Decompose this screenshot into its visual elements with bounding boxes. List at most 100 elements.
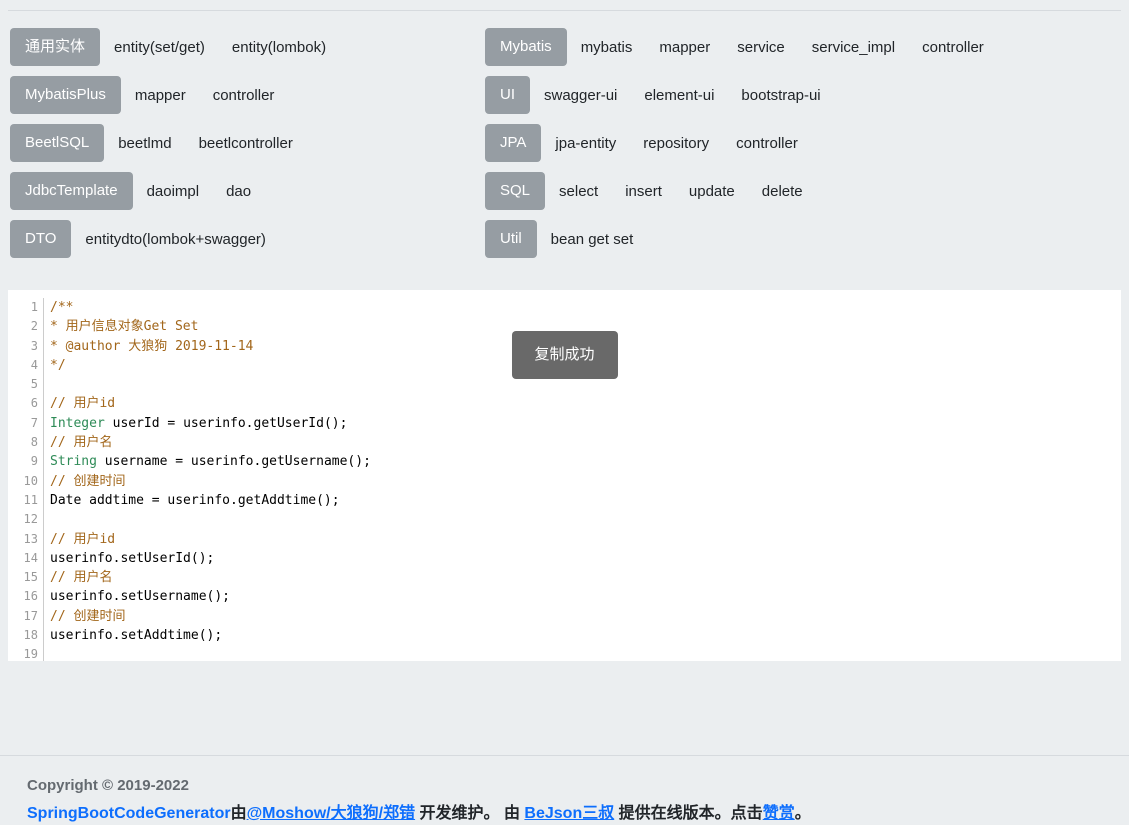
generator-row: 通用实体 entity(set/get) entity(lombok) <box>10 28 485 66</box>
line-number: 11 <box>8 491 44 510</box>
generate-link[interactable]: mapper <box>135 87 186 104</box>
generate-link[interactable]: beetlcontroller <box>199 135 293 152</box>
code-text <box>44 375 50 394</box>
generate-link[interactable]: entity(set/get) <box>114 39 205 56</box>
code-text: Integer userId = userinfo.getUserId(); <box>44 414 347 433</box>
generate-link[interactable]: swagger-ui <box>544 87 617 104</box>
line-number: 3 <box>8 337 44 356</box>
line-number: 10 <box>8 472 44 491</box>
generate-link[interactable]: select <box>559 183 598 200</box>
code-text: userinfo.setAddtime(); <box>44 626 222 645</box>
generate-link[interactable]: bean get set <box>551 231 634 248</box>
generator-row: MybatisPlus mapper controller <box>10 76 485 114</box>
code-line: 19 <box>8 645 1121 661</box>
category-label: Util <box>485 220 537 258</box>
code-line: 11Date addtime = userinfo.getAddtime(); <box>8 491 1121 510</box>
code-generator-page: 通用实体 entity(set/get) entity(lombok) Mybatis… <box>0 0 1129 825</box>
code-text: // 用户名 <box>44 433 112 452</box>
code-line: 6// 用户id <box>8 394 1121 413</box>
code-line: 1/** <box>8 298 1121 317</box>
code-text: * 用户信息对象Get Set <box>44 317 198 336</box>
line-number: 7 <box>8 414 44 433</box>
generate-link[interactable]: controller <box>736 135 798 152</box>
generate-link[interactable]: controller <box>922 39 984 56</box>
generator-row: JdbcTemplate daoimpl dao <box>10 172 485 210</box>
generate-link[interactable]: controller <box>213 87 275 104</box>
code-line: 10// 创建时间 <box>8 472 1121 491</box>
generator-row: Mybatis mybatis mapper service service_impl c… <box>485 28 1129 66</box>
generate-link[interactable]: jpa-entity <box>555 135 616 152</box>
line-number: 14 <box>8 549 44 568</box>
code-text: // 用户名 <box>44 568 112 587</box>
credits-line: SpringBootCodeGenerator由@Moshow/大狼狗/郑错 开… <box>27 804 1129 824</box>
line-number: 4 <box>8 356 44 375</box>
generator-left-column: 通用实体 entity(set/get) entity(lombok) Mybatis… <box>10 28 485 268</box>
generator-row: Util bean get set <box>485 220 1129 258</box>
category-label: UI <box>485 76 530 114</box>
category-label: 通用实体 <box>10 28 100 66</box>
generate-link[interactable]: bootstrap-ui <box>741 87 820 104</box>
generate-link[interactable]: element-ui <box>644 87 714 104</box>
generate-link[interactable]: mybatis <box>581 39 633 56</box>
code-line: 8// 用户名 <box>8 433 1121 452</box>
code-line: 15// 用户名 <box>8 568 1121 587</box>
copyright-text: Copyright © 2019-2022 <box>27 776 1129 796</box>
footer-link[interactable]: 赞赏 <box>763 805 795 822</box>
code-line: 12 <box>8 510 1121 529</box>
generate-link[interactable]: entitydto(lombok+swagger) <box>85 231 266 248</box>
line-number: 6 <box>8 394 44 413</box>
generator-row: DTOentitydto(lombok+swagger) <box>10 220 485 258</box>
line-number: 18 <box>8 626 44 645</box>
code-text: * @author 大狼狗 2019-11-14 <box>44 337 253 356</box>
generate-link[interactable]: repository <box>643 135 709 152</box>
line-number: 5 <box>8 375 44 394</box>
category-label: Mybatis <box>485 28 567 66</box>
code-line: 13// 用户id <box>8 530 1121 549</box>
code-text: // 创建时间 <box>44 472 125 491</box>
line-number: 8 <box>8 433 44 452</box>
category-label: JdbcTemplate <box>10 172 133 210</box>
code-text: // 创建时间 <box>44 607 125 626</box>
generator-row: BeetlSQL beetlmd beetlcontroller <box>10 124 485 162</box>
line-number: 13 <box>8 530 44 549</box>
credits-text: 。 <box>795 805 811 822</box>
generate-link[interactable]: insert <box>625 183 662 200</box>
generator-row: JPAjpa-entityrepositorycontroller <box>485 124 1129 162</box>
code-text: /** <box>44 298 73 317</box>
code-text <box>44 645 50 661</box>
generate-link[interactable]: entity(lombok) <box>232 39 326 56</box>
category-label: SQL <box>485 172 545 210</box>
code-text <box>44 510 50 529</box>
top-divider <box>8 10 1121 11</box>
code-line: 16userinfo.setUsername(); <box>8 587 1121 606</box>
code-text: Date addtime = userinfo.getAddtime(); <box>44 491 340 510</box>
generate-link[interactable]: update <box>689 183 735 200</box>
line-number: 15 <box>8 568 44 587</box>
category-label: MybatisPlus <box>10 76 121 114</box>
credits-text: 开发维护。 由 <box>415 805 524 822</box>
generate-link[interactable]: service <box>737 39 785 56</box>
generate-link[interactable]: delete <box>762 183 803 200</box>
generate-link[interactable]: service_impl <box>812 39 895 56</box>
code-line: 7Integer userId = userinfo.getUserId(); <box>8 414 1121 433</box>
footer-link[interactable]: SpringBootCodeGenerator <box>27 805 231 822</box>
credits-text: 由 <box>231 805 247 822</box>
code-text: userinfo.setUsername(); <box>44 587 230 606</box>
code-line: 14userinfo.setUserId(); <box>8 549 1121 568</box>
line-number: 16 <box>8 587 44 606</box>
footer-link[interactable]: @Moshow/大狼狗/郑错 <box>247 805 416 822</box>
line-number: 17 <box>8 607 44 626</box>
code-text: */ <box>44 356 66 375</box>
generate-link[interactable]: beetlmd <box>118 135 171 152</box>
copy-success-toast: 复制成功 <box>511 331 617 379</box>
generator-row: UI swagger-ui element-ui bootstrap-ui <box>485 76 1129 114</box>
code-text: // 用户id <box>44 530 115 549</box>
generate-link[interactable]: mapper <box>659 39 710 56</box>
footer-link[interactable]: BeJson三叔 <box>524 805 614 822</box>
line-number: 9 <box>8 452 44 471</box>
code-line: 18userinfo.setAddtime(); <box>8 626 1121 645</box>
generate-link[interactable]: daoimpl <box>147 183 200 200</box>
generator-row: SQL select insert update delete <box>485 172 1129 210</box>
category-label: BeetlSQL <box>10 124 104 162</box>
generate-link[interactable]: dao <box>226 183 251 200</box>
